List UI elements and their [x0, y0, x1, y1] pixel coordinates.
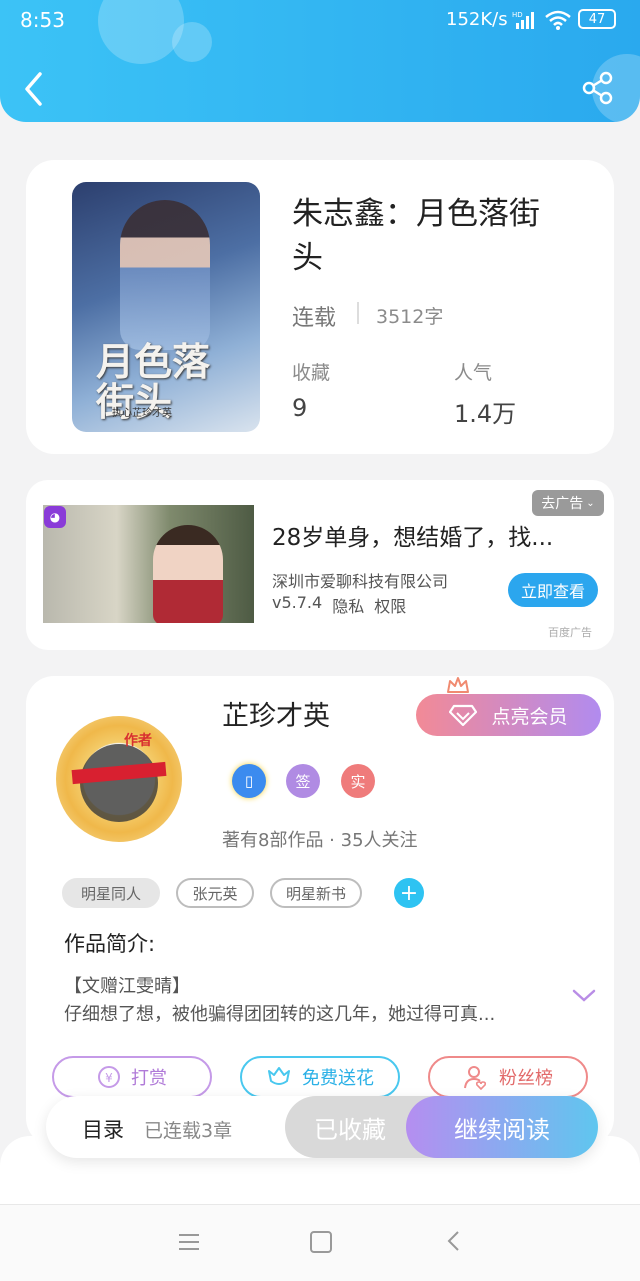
back-nav-icon[interactable]	[446, 1230, 462, 1256]
author-avatar[interactable]: 作者	[56, 716, 182, 842]
diamond-icon	[449, 704, 478, 726]
avatar-author-label: 作者	[124, 733, 152, 749]
tag-item[interactable]: 明星新书	[270, 878, 362, 908]
wifi-icon	[544, 10, 572, 34]
cover-figure	[120, 200, 210, 350]
ad-close-button[interactable]: 去广告 ⌄	[532, 490, 604, 516]
free-flower-label: 免费送花	[302, 1068, 374, 1089]
svg-text:¥: ¥	[105, 1071, 113, 1085]
tag-item[interactable]: 明星同人	[62, 878, 160, 908]
favorites-label: 收藏	[292, 362, 331, 384]
ad-person	[153, 525, 223, 623]
ad-image[interactable]	[43, 505, 254, 623]
ad-permission-link[interactable]: 权限	[374, 593, 406, 617]
ad-company: 深圳市爱聊科技有限公司	[272, 572, 449, 591]
chapter-count: 已连载3章	[144, 1120, 233, 1142]
word-count: 3512字	[376, 306, 444, 328]
popularity-value: 1.4万	[454, 400, 517, 428]
crown-icon	[446, 675, 470, 699]
fans-rank-button[interactable]: 粉丝榜	[428, 1056, 588, 1098]
ad-meta: v5.7.4 隐私 权限	[272, 593, 406, 617]
menu-icon[interactable]	[178, 1233, 200, 1255]
ad-close-label: 去广告	[541, 496, 584, 512]
tag-item[interactable]: 张元英	[176, 878, 254, 908]
intro-line-2: 仔细想了想，被他骗得团团转的这几年，她过得可真...	[64, 1004, 496, 1025]
intro-line-1: 【文赠江雯晴】	[64, 976, 190, 997]
reward-label: 打赏	[131, 1068, 167, 1089]
intro-heading: 作品简介:	[64, 932, 156, 956]
ad-privacy-link[interactable]: 隐私	[332, 593, 364, 617]
ad-cta-button[interactable]: 立即查看	[508, 573, 598, 607]
free-flower-button[interactable]: 免费送花	[240, 1056, 400, 1098]
book-cover[interactable]: 月色落街头 执心芷珍才英	[72, 182, 260, 432]
verified-phone-icon: ▯	[232, 764, 266, 798]
author-stats: 著有8部作品 · 35人关注	[222, 830, 418, 851]
popularity-label: 人气	[454, 362, 493, 384]
chevron-down-icon	[572, 989, 596, 1002]
ad-title: 28岁单身，想结婚了，找...	[272, 525, 554, 551]
home-icon[interactable]	[310, 1231, 332, 1253]
yuan-icon: ¥	[98, 1066, 120, 1088]
expand-intro-button[interactable]	[570, 986, 598, 1010]
book-status: 连载	[292, 306, 337, 331]
ad-source: 百度广告	[548, 626, 592, 639]
decor-bubble-large	[98, 0, 184, 64]
share-icon	[582, 71, 613, 105]
ad-app-icon: ◕	[44, 506, 66, 528]
plus-icon: +	[399, 880, 419, 906]
chevron-left-icon	[25, 72, 42, 106]
status-network-speed: 152K/s	[446, 9, 508, 30]
reward-button[interactable]: ¥ 打赏	[52, 1056, 212, 1098]
cover-subtitle: 执心芷珍才英	[112, 408, 172, 419]
signal-icon: HD	[512, 10, 538, 34]
add-tag-button[interactable]: +	[394, 878, 424, 908]
fans-rank-label: 粉丝榜	[499, 1068, 553, 1089]
decor-bubble-small	[172, 22, 212, 62]
book-title: 朱志鑫：月色落街头	[292, 196, 540, 276]
user-heart-icon	[464, 1066, 487, 1090]
ad-version: v5.7.4	[272, 593, 323, 612]
author-name: 芷珍才英	[222, 701, 330, 732]
status-time: 8:53	[20, 8, 65, 32]
share-button[interactable]	[580, 70, 620, 110]
battery-level: 47	[588, 11, 606, 27]
toc-button[interactable]: 目录 已连载3章	[82, 1114, 232, 1144]
battery-icon: 47	[578, 9, 616, 29]
back-button[interactable]	[20, 70, 56, 110]
signed-badge: 签	[286, 764, 320, 798]
chevron-down-icon: ⌄	[586, 497, 595, 509]
flower-icon	[268, 1067, 290, 1085]
realname-badge: 实	[341, 764, 375, 798]
favorites-value: 9	[292, 394, 308, 422]
svg-text:HD: HD	[512, 11, 523, 19]
toc-label: 目录	[82, 1118, 124, 1142]
vip-button[interactable]: 点亮会员	[416, 694, 601, 736]
vip-label: 点亮会员	[491, 705, 568, 728]
divider	[357, 302, 359, 324]
avatar-face	[80, 744, 158, 822]
continue-reading-button[interactable]: 继续阅读	[406, 1096, 598, 1158]
